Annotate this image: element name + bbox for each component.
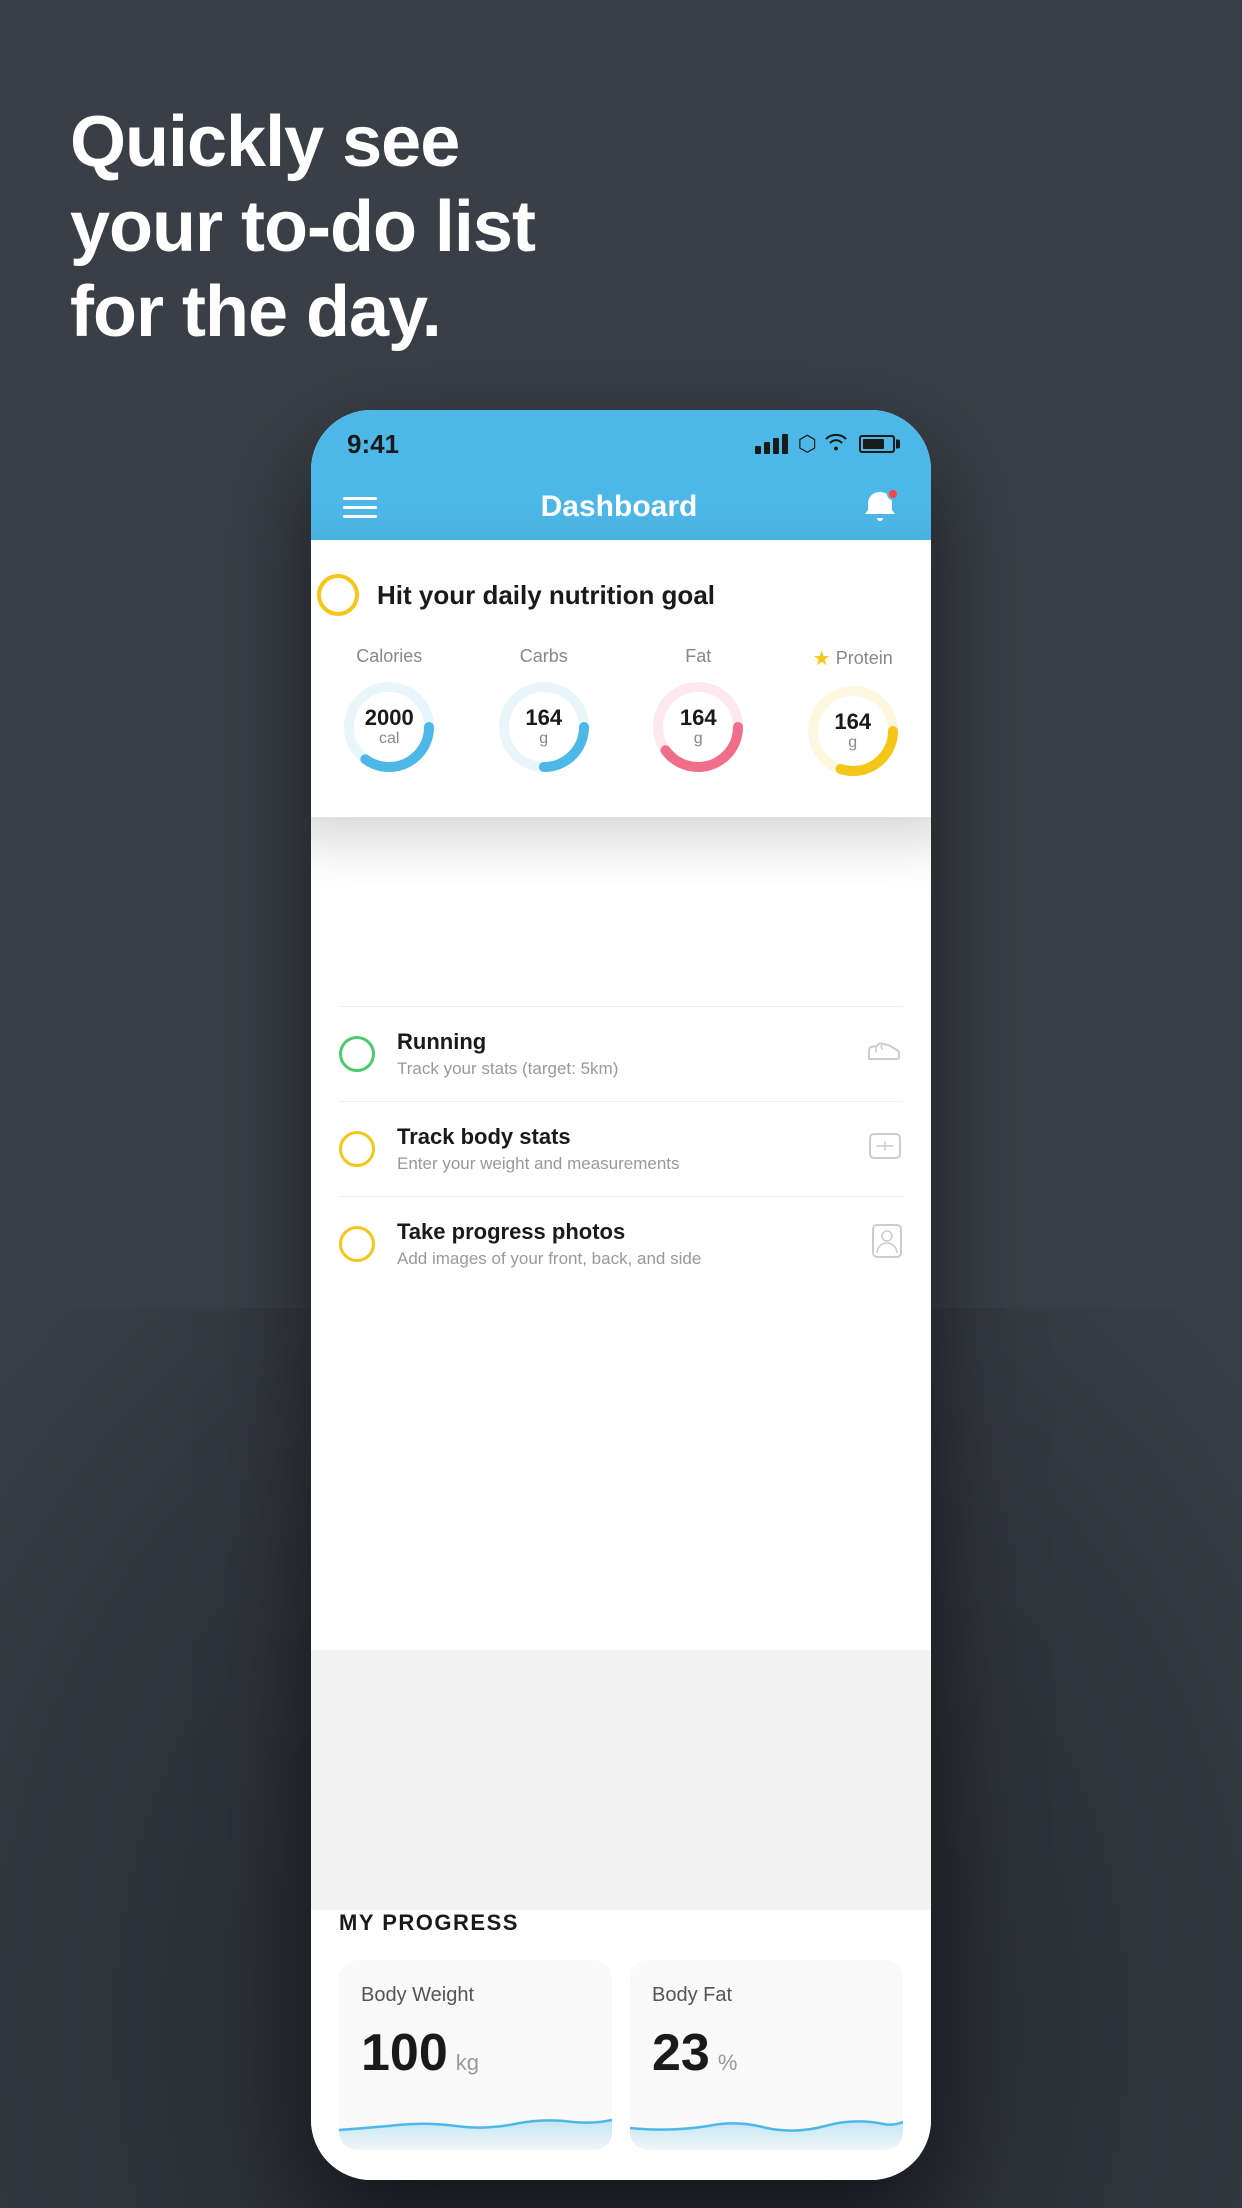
body-stats-title: Track body stats — [397, 1124, 845, 1150]
app-header: Dashboard — [311, 470, 931, 550]
photos-subtitle: Add images of your front, back, and side — [397, 1249, 849, 1269]
macro-carbs: Carbs 164 g — [472, 646, 617, 777]
carbs-donut: 164 g — [494, 677, 594, 777]
todo-text-photos: Take progress photos Add images of your … — [397, 1219, 849, 1269]
running-subtitle: Track your stats (target: 5km) — [397, 1059, 845, 1079]
header-title: Dashboard — [541, 490, 698, 524]
battery-icon — [859, 435, 895, 453]
headline-line3: for the day. — [70, 272, 441, 352]
fat-label: Fat — [685, 646, 711, 667]
carbs-label: Carbs — [520, 646, 568, 667]
todo-item-running[interactable]: Running Track your stats (target: 5km) — [339, 1006, 903, 1101]
protein-donut: 164 g — [803, 681, 903, 781]
body-weight-unit: kg — [456, 2050, 479, 2076]
todo-text-running: Running Track your stats (target: 5km) — [397, 1029, 845, 1079]
carbs-value: 164 — [525, 706, 562, 730]
body-weight-value-row: 100 kg — [361, 2023, 590, 2083]
fat-donut: 164 g — [648, 677, 748, 777]
todo-circle-photos — [339, 1226, 375, 1262]
notification-dot — [887, 488, 899, 500]
macro-protein: ★ Protein 164 g — [781, 646, 926, 781]
protein-unit: g — [834, 734, 871, 752]
signal-bars-icon — [755, 434, 788, 454]
running-title: Running — [397, 1029, 845, 1055]
calories-unit: cal — [365, 730, 414, 748]
progress-section: MY PROGRESS Body Weight 100 kg — [311, 1910, 931, 2180]
fat-value: 164 — [680, 706, 717, 730]
progress-section-title: MY PROGRESS — [339, 1910, 903, 1936]
hamburger-menu-button[interactable] — [343, 497, 377, 518]
body-weight-card[interactable]: Body Weight 100 kg — [339, 1960, 612, 2150]
protein-star-icon: ★ — [813, 646, 831, 671]
todo-circle-running — [339, 1036, 375, 1072]
person-icon — [871, 1223, 903, 1266]
calories-donut: 2000 cal — [339, 677, 439, 777]
nutrition-goal-card: Hit your daily nutrition goal Calories — [311, 540, 931, 817]
carbs-unit: g — [525, 730, 562, 748]
body-weight-value: 100 — [361, 2023, 448, 2083]
headline: Quickly see your to-do list for the day. — [70, 100, 535, 355]
notification-bell-button[interactable] — [861, 488, 899, 526]
protein-label: ★ Protein — [813, 646, 893, 671]
phone-frame: 9:41 ⬡ — [311, 410, 931, 2180]
headline-line1: Quickly see — [70, 102, 459, 182]
fat-unit: g — [680, 730, 717, 748]
body-fat-card-title: Body Fat — [652, 1984, 881, 2007]
body-stats-subtitle: Enter your weight and measurements — [397, 1154, 845, 1174]
status-icons: ⬡ — [755, 431, 895, 457]
progress-cards-row: Body Weight 100 kg — [339, 1960, 903, 2150]
todo-item-body-stats[interactable]: Track body stats Enter your weight and m… — [339, 1101, 903, 1196]
protein-value: 164 — [834, 710, 871, 734]
shoe-icon — [867, 1037, 903, 1072]
card-header: Hit your daily nutrition goal — [317, 574, 925, 616]
headline-line2: your to-do list — [70, 187, 535, 267]
scale-icon — [867, 1130, 903, 1169]
body-fat-sparkline — [630, 2090, 903, 2150]
content-area: THINGS TO DO TODAY Hit your daily nutrit… — [311, 550, 931, 1650]
calories-label: Calories — [356, 646, 422, 667]
todo-text-body-stats: Track body stats Enter your weight and m… — [397, 1124, 845, 1174]
todo-circle-nutrition — [317, 574, 359, 616]
todo-circle-body-stats — [339, 1131, 375, 1167]
body-weight-sparkline — [339, 2090, 612, 2150]
macros-row: Calories 2000 cal — [317, 646, 925, 781]
body-fat-value: 23 — [652, 2023, 710, 2083]
body-fat-unit: % — [718, 2050, 738, 2076]
calories-value: 2000 — [365, 706, 414, 730]
wifi-icon: ⬡ — [798, 431, 849, 457]
todo-item-photos[interactable]: Take progress photos Add images of your … — [339, 1196, 903, 1291]
phone-screen: 9:41 ⬡ — [311, 410, 931, 2180]
macro-calories: Calories 2000 cal — [317, 646, 462, 777]
body-fat-card[interactable]: Body Fat 23 % — [630, 1960, 903, 2150]
nutrition-goal-title: Hit your daily nutrition goal — [377, 580, 715, 611]
macro-fat: Fat 164 g — [626, 646, 771, 777]
status-time: 9:41 — [347, 429, 399, 460]
body-weight-card-title: Body Weight — [361, 1984, 590, 2007]
status-bar: 9:41 ⬡ — [311, 410, 931, 470]
body-fat-value-row: 23 % — [652, 2023, 881, 2083]
photos-title: Take progress photos — [397, 1219, 849, 1245]
